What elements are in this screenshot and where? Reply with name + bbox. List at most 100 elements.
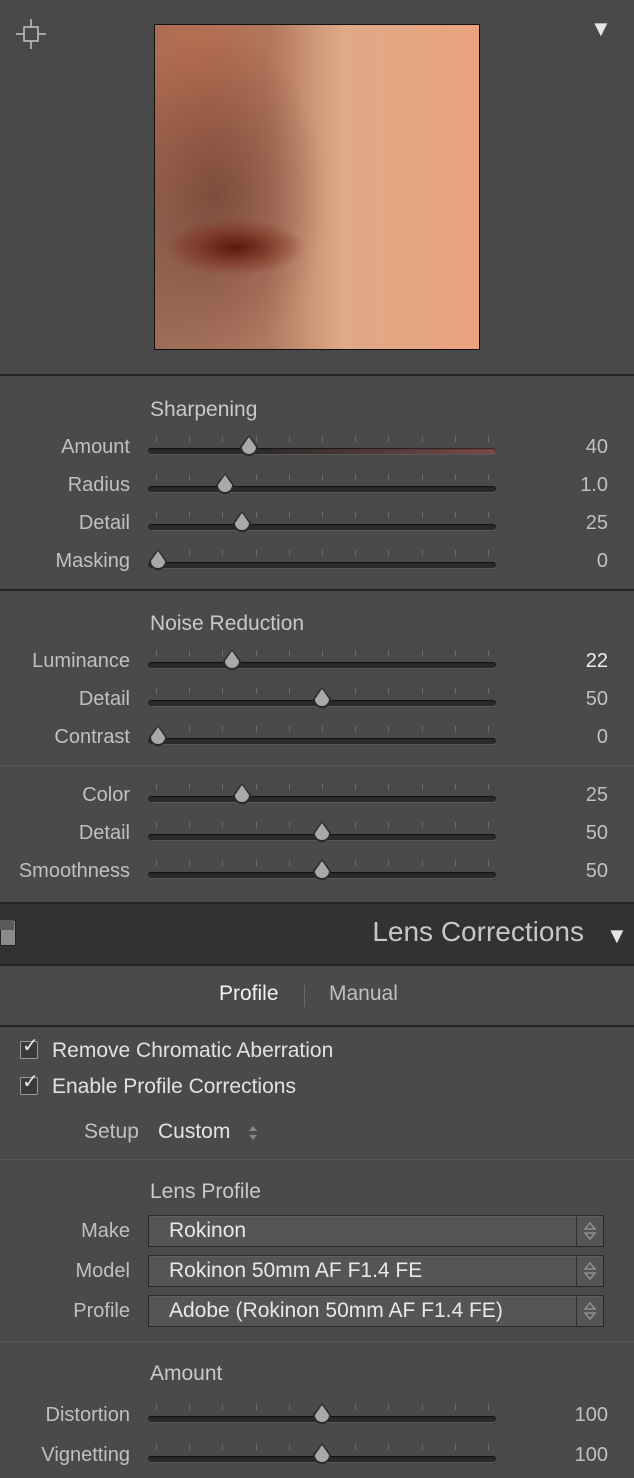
tab-manual[interactable]: Manual (329, 982, 398, 1006)
detail-preview-image[interactable] (154, 24, 480, 350)
slider-tick (454, 436, 456, 442)
vignetting-value[interactable]: 100 (528, 1444, 608, 1467)
luminance-slider-track[interactable] (148, 649, 496, 670)
radius-value[interactable]: 1.0 (528, 474, 608, 497)
slider-tick (189, 784, 191, 790)
slider-tick (322, 650, 323, 656)
detail-slider-thumb[interactable] (311, 686, 333, 710)
slider-tick (355, 474, 357, 480)
setup-select[interactable]: Custom (158, 1120, 230, 1144)
slider-tick (355, 822, 357, 828)
collapse-triangle-icon[interactable]: ▼ (606, 923, 628, 949)
make-label: Make (81, 1220, 130, 1242)
amount-slider-track[interactable] (148, 435, 496, 456)
masking-slider-thumb[interactable] (147, 548, 169, 572)
smoothness-value[interactable]: 50 (528, 860, 608, 883)
detail-value[interactable]: 50 (528, 822, 608, 845)
luminance-value[interactable]: 22 (528, 650, 608, 673)
model-label: Model (75, 1260, 130, 1282)
subsection-divider (0, 1159, 634, 1160)
contrast-slider-track[interactable] (148, 725, 496, 746)
detail-slider-track[interactable] (148, 511, 496, 532)
slider-tick (388, 860, 390, 866)
detail-slider-track[interactable] (148, 687, 496, 708)
slider-tick (488, 822, 489, 828)
slider-tick (288, 1444, 290, 1450)
slider-tick (222, 726, 224, 732)
smoothness-label: Smoothness (18, 860, 130, 882)
contrast-slider-thumb[interactable] (147, 724, 169, 748)
slider-tick (222, 1444, 224, 1450)
distortion-slider-thumb[interactable] (311, 1402, 333, 1426)
slider-tick (255, 822, 257, 828)
detail-slider-thumb[interactable] (311, 820, 333, 844)
detail-value[interactable]: 25 (528, 512, 608, 535)
slider-tick (388, 688, 390, 694)
enable-profile-corrections-label[interactable]: Enable Profile Corrections (52, 1075, 296, 1099)
distortion-value[interactable]: 100 (528, 1404, 608, 1427)
model-dropdown[interactable]: Rokinon 50mm AF F1.4 FE (148, 1255, 604, 1287)
subsection-divider (0, 1341, 634, 1342)
detail-label: Detail (78, 512, 130, 534)
slider-tick (488, 726, 489, 732)
vignetting-slider-track[interactable] (148, 1443, 496, 1464)
vignetting-slider-thumb[interactable] (311, 1442, 333, 1466)
slider-tick (222, 436, 224, 442)
slider-tick (388, 1404, 390, 1410)
color-slider-thumb[interactable] (231, 782, 253, 806)
target-adjust-icon[interactable] (15, 18, 47, 50)
amount-value[interactable]: 40 (528, 436, 608, 459)
up-down-arrows-icon[interactable] (246, 1122, 260, 1144)
slider-tick (388, 650, 390, 656)
slider-tick (156, 512, 157, 518)
amount-slider-thumb[interactable] (238, 434, 260, 458)
detail-slider-thumb[interactable] (231, 510, 253, 534)
radius-slider-thumb[interactable] (214, 472, 236, 496)
slider-tick (388, 726, 390, 732)
tab-profile[interactable]: Profile (219, 982, 279, 1006)
remove-chromatic-aberration-label[interactable]: Remove Chromatic Aberration (52, 1039, 333, 1063)
slider-tick (355, 688, 357, 694)
slider-tick (189, 650, 191, 656)
slider-tick (388, 436, 390, 442)
up-down-arrows-icon (576, 1296, 597, 1326)
luminance-label: Luminance (32, 650, 130, 672)
luminance-slider-thumb[interactable] (221, 648, 243, 672)
slider-tick (255, 1444, 257, 1450)
slider-tick (255, 784, 257, 790)
slider-tick (454, 1444, 456, 1450)
smoothness-slider-track[interactable] (148, 859, 496, 880)
slider-tick (454, 822, 456, 828)
slider-tick (355, 550, 357, 556)
slider-tick (288, 1404, 290, 1410)
profile-value: Adobe (Rokinon 50mm AF F1.4 FE) (169, 1299, 503, 1322)
radius-slider-track[interactable] (148, 473, 496, 494)
slider-tick (156, 436, 157, 442)
slider-tick (421, 860, 423, 866)
detail-slider-track[interactable] (148, 821, 496, 842)
distortion-slider-track[interactable] (148, 1403, 496, 1424)
make-dropdown[interactable]: Rokinon (148, 1215, 604, 1247)
slider-tick (322, 550, 323, 556)
profile-dropdown[interactable]: Adobe (Rokinon 50mm AF F1.4 FE) (148, 1295, 604, 1327)
slider-tick (222, 1404, 224, 1410)
section-divider (0, 589, 634, 591)
masking-value[interactable]: 0 (528, 550, 608, 573)
slider-tick (421, 474, 423, 480)
slider-tick (488, 860, 489, 866)
masking-slider-track[interactable] (148, 549, 496, 570)
triangle-down-icon[interactable]: ▼ (590, 18, 612, 40)
radius-label: Radius (67, 474, 130, 496)
color-value[interactable]: 25 (528, 784, 608, 807)
slider-tick (388, 550, 390, 556)
slider-tick (189, 436, 191, 442)
smoothness-slider-thumb[interactable] (311, 858, 333, 882)
detail-value[interactable]: 50 (528, 688, 608, 711)
slider-tick (222, 860, 224, 866)
detail-label: Detail (78, 822, 130, 844)
color-slider-track[interactable] (148, 783, 496, 804)
enable-profile-corrections-checkbox[interactable]: ✓ (20, 1072, 39, 1095)
remove-chromatic-aberration-checkbox[interactable]: ✓ (20, 1036, 39, 1059)
slider-tick (355, 1404, 357, 1410)
contrast-value[interactable]: 0 (528, 726, 608, 749)
